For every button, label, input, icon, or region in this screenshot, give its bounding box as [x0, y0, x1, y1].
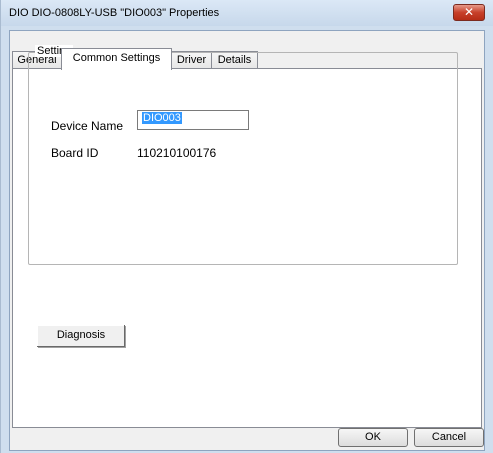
- device-name-label: Device Name: [51, 119, 124, 133]
- title-bar[interactable]: DIO DIO-0808LY-USB "DIO003" Properties ✕: [1, 0, 493, 26]
- ok-button[interactable]: OK: [338, 428, 408, 447]
- window-title: DIO DIO-0808LY-USB "DIO003" Properties: [9, 7, 220, 19]
- close-icon: ✕: [463, 5, 475, 19]
- device-name-value: DIO003: [142, 112, 182, 124]
- board-id-label: Board ID: [51, 146, 99, 160]
- tab-common-settings[interactable]: Common Settings: [61, 48, 172, 70]
- properties-window: DIO DIO-0808LY-USB "DIO003" Properties ✕…: [0, 0, 493, 453]
- device-name-input[interactable]: DIO003: [137, 110, 249, 130]
- close-button[interactable]: ✕: [453, 4, 485, 21]
- cancel-button[interactable]: Cancel: [414, 428, 484, 447]
- board-id-value: 110210100176: [137, 146, 217, 160]
- diagnosis-button[interactable]: Diagnosis: [37, 325, 125, 347]
